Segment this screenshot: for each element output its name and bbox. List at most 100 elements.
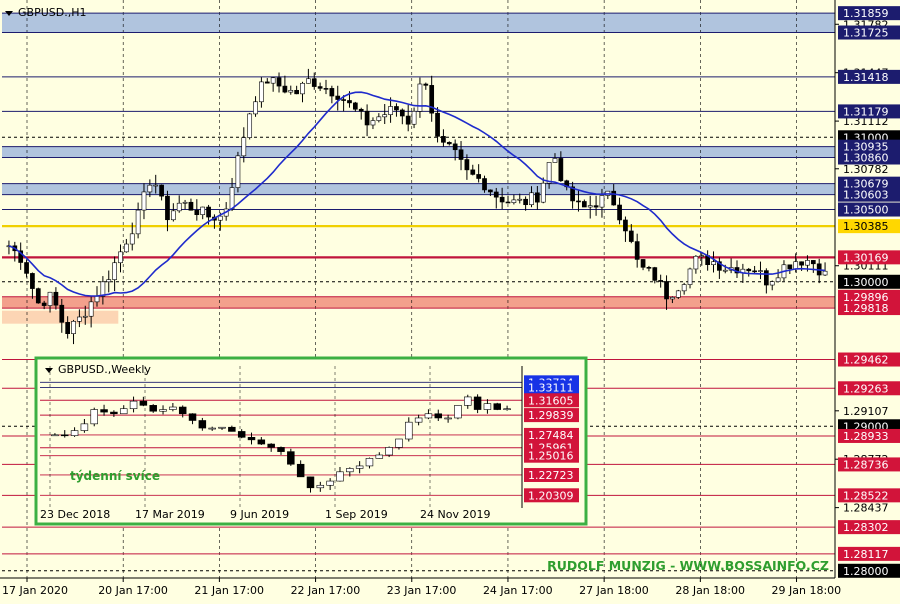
price-label-text: 1.31859 xyxy=(843,7,889,20)
candle-body xyxy=(182,201,188,204)
inset-candle-body xyxy=(464,396,472,406)
candle-body xyxy=(452,143,458,151)
time-tick-label: 22 Jan 17:00 xyxy=(291,584,361,597)
candle-body xyxy=(599,195,605,208)
candle-body xyxy=(30,273,35,289)
candle-body xyxy=(124,243,129,253)
candle-body xyxy=(288,89,294,93)
inset-candle xyxy=(493,402,501,411)
price-chart[interactable]: 1.317821.314471.311121.307821.301111.291… xyxy=(0,0,900,600)
inset-candle-body xyxy=(228,426,236,432)
candle-body xyxy=(364,110,370,126)
inset-candle-body xyxy=(375,454,384,459)
candle xyxy=(675,289,681,300)
price-level-label: 1.31725 xyxy=(838,25,900,40)
inset-candle-body xyxy=(336,471,344,482)
price-label-text: 1.30385 xyxy=(843,220,889,233)
time-tick-label: 23 Jan 17:00 xyxy=(387,584,457,597)
price-level-label: 1.30500 xyxy=(838,202,900,217)
price-level-label: 1.28736 xyxy=(838,457,900,472)
candle-body xyxy=(270,77,276,84)
price-label-text: 1.31725 xyxy=(843,27,889,40)
time-tick-label: 20 Jan 17:00 xyxy=(98,584,168,597)
zone-blue xyxy=(2,13,835,33)
price-level-label: 1.28000 xyxy=(838,563,900,578)
candle-body xyxy=(147,184,153,193)
inset-price-label: 1.33111 xyxy=(524,380,579,395)
candle-body xyxy=(429,85,435,114)
candle-body xyxy=(264,81,270,84)
candle-body xyxy=(94,296,100,303)
candle xyxy=(35,287,41,304)
price-label-text: 1.28933 xyxy=(843,430,889,443)
candle-body xyxy=(24,262,29,274)
time-tick-label: 24 Jan 17:00 xyxy=(483,584,553,597)
candle-body xyxy=(470,169,476,175)
candle-body xyxy=(593,205,599,208)
candle-body xyxy=(681,284,687,292)
candle-body xyxy=(347,100,352,104)
candle-body xyxy=(229,187,235,210)
candle-body xyxy=(822,270,828,276)
candle-body xyxy=(423,83,429,86)
price-label-text: 1.30860 xyxy=(843,152,889,165)
candle-body xyxy=(200,206,206,215)
candle-body xyxy=(341,99,346,101)
inset-candle-body xyxy=(80,423,89,431)
time-tick-label: 28 Jan 18:00 xyxy=(675,584,745,597)
inset-price-label: 1.20309 xyxy=(524,488,579,503)
candle-body xyxy=(53,291,59,306)
candle-body xyxy=(59,304,65,323)
candle-body xyxy=(405,115,411,125)
inset-candle-body xyxy=(119,408,128,415)
candle-body xyxy=(188,201,194,211)
inset-candle-body xyxy=(218,426,226,429)
candle-body xyxy=(476,174,482,179)
candle-body xyxy=(517,198,523,201)
candle-body xyxy=(511,199,517,203)
price-label-text: 1.31179 xyxy=(843,105,889,118)
candle-body xyxy=(358,108,364,112)
price-level-label: 1.28933 xyxy=(838,428,900,443)
inset-price-label-text: 1.25016 xyxy=(528,450,574,463)
inset-title: GBPUSD.,Weekly xyxy=(58,363,151,376)
price-tick-label: 1.28437 xyxy=(843,502,889,515)
price-label-text: 1.28302 xyxy=(843,521,889,534)
candle-body xyxy=(523,198,528,206)
inset-candle xyxy=(287,448,295,466)
price-label-text: 1.31418 xyxy=(843,71,889,84)
inset-candle-body xyxy=(169,406,177,410)
inset-candle-body xyxy=(188,413,197,421)
candle-body xyxy=(329,88,335,97)
inset-candle-body xyxy=(70,430,79,436)
weekly-inset: 1.337341.331111.316051.298391.274841.259… xyxy=(34,356,588,526)
candle-body xyxy=(294,89,299,95)
inset-candle-body xyxy=(473,396,482,410)
candle-body xyxy=(153,184,159,187)
candle-body xyxy=(35,288,41,304)
inset-candle-body xyxy=(277,447,285,452)
inset-candle xyxy=(90,407,98,427)
candle-body xyxy=(587,205,593,208)
time-tick-label: 21 Jan 17:00 xyxy=(194,584,264,597)
inset-candle-body xyxy=(296,463,305,478)
candle-body xyxy=(253,101,258,115)
candle-body xyxy=(388,106,393,115)
inset-time-label: 9 Jun 2019 xyxy=(230,508,289,521)
candle-body xyxy=(118,251,123,264)
inset-candle-body xyxy=(385,447,393,456)
candle-body xyxy=(71,321,76,334)
price-level-label: 1.29263 xyxy=(838,381,900,396)
candle-body xyxy=(623,219,628,232)
inset-price-label: 1.29839 xyxy=(524,408,579,423)
inset-candle-body xyxy=(346,468,354,473)
candle-body xyxy=(687,268,693,285)
inset-candle-body xyxy=(139,400,148,406)
candle-body xyxy=(769,281,775,286)
candle-body xyxy=(505,201,511,204)
candle-body xyxy=(141,191,147,211)
price-level-label: 1.31179 xyxy=(838,104,900,119)
brand-text: RUDOLF MUNZIG - WWW.BOSSAINFO.CZ xyxy=(547,558,829,573)
inset-price-label: 1.25016 xyxy=(524,448,579,463)
candle-body xyxy=(446,142,452,145)
